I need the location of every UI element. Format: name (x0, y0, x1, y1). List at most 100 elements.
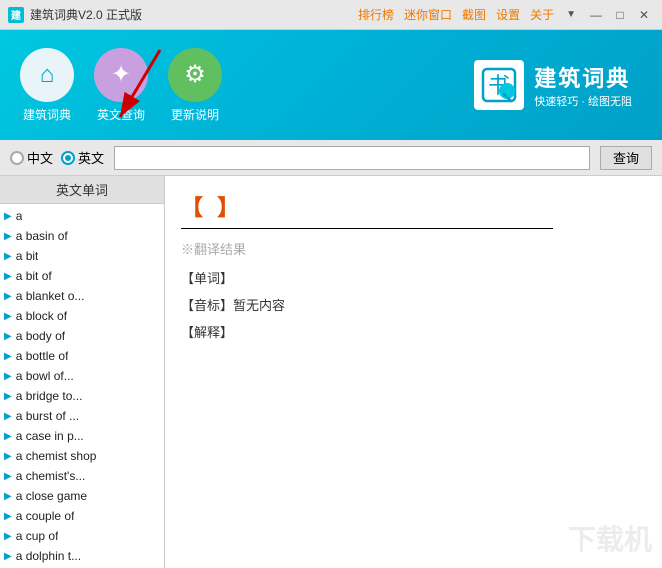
nav-buttons: ⌂ 建筑词典 ✦ 英文查询 ⚙ 更新说明 (20, 48, 222, 123)
word-list-panel: 英文单词 ▶a▶a basin of▶a bit▶a bit of▶a blan… (0, 176, 165, 568)
menu-dropdown-arrow[interactable]: ▼ (566, 9, 576, 20)
star-icon: ✦ (94, 48, 148, 102)
title-bar-menu: 排行榜 迷你窗口 截图 设置 关于 ▼ (358, 6, 576, 23)
maximize-button[interactable]: □ (610, 5, 630, 25)
word-item-arrow: ▶ (4, 231, 12, 242)
word-item-text: a block of (16, 309, 67, 323)
word-item-text: a couple of (16, 509, 75, 523)
word-item-text: a bit of (16, 269, 52, 283)
word-item-arrow: ▶ (4, 351, 12, 362)
word-list-content[interactable]: ▶a▶a basin of▶a bit▶a bit of▶a blanket o… (0, 204, 164, 568)
word-item-arrow: ▶ (4, 291, 12, 302)
word-list-item[interactable]: ▶ a cup of (0, 526, 164, 546)
logo-area: 书 建筑词典 快速轻巧 · 绘图无阻 (474, 60, 632, 110)
word-item-text: a cup of (16, 529, 59, 543)
word-item-arrow: ▶ (4, 411, 12, 422)
word-list-item[interactable]: ▶a couple of (0, 506, 164, 526)
word-item-arrow: ▶ (4, 211, 12, 222)
word-item-text: a bottle of (16, 349, 69, 363)
radio-english[interactable]: 英文 (61, 148, 104, 167)
word-list-header: 英文单词 (0, 176, 164, 204)
menu-settings[interactable]: 设置 (496, 6, 520, 23)
radio-label-en: 英文 (78, 148, 104, 167)
word-item-arrow: ▶ (4, 431, 12, 442)
minimize-button[interactable]: — (586, 5, 606, 25)
word-item-arrow: ▶ (4, 311, 12, 322)
word-item-arrow: ▶ (4, 371, 12, 382)
menu-about[interactable]: 关于 (530, 6, 554, 23)
header: ⌂ 建筑词典 ✦ 英文查询 ⚙ 更新说明 书 建筑词典 快速轻巧 · 绘图无阻 (0, 30, 662, 140)
word-list-item[interactable]: ▶ a case in p... (0, 426, 164, 446)
search-button[interactable]: 查询 (600, 146, 652, 170)
word-list-item[interactable]: ▶ a bottle of (0, 346, 164, 366)
word-item-arrow: ▶ (4, 331, 12, 342)
word-item-text: a case in p... (16, 429, 84, 443)
word-list-item[interactable]: ▶ a block of (0, 306, 164, 326)
word-item-text: a (16, 209, 23, 223)
word-item-text: a chemist shop (16, 449, 97, 463)
logo-text: 建筑词典 快速轻巧 · 绘图无阻 (534, 61, 632, 109)
word-item-arrow: ▶ (4, 531, 12, 542)
logo-icon: 书 (474, 60, 524, 110)
logo-name: 建筑词典 (534, 61, 632, 93)
word-item-arrow: ▶ (4, 391, 12, 402)
word-list-item[interactable]: ▶ a close game (0, 486, 164, 506)
def-phonetics: 【音标】暂无内容 (181, 295, 646, 314)
menu-screenshot[interactable]: 截图 (462, 6, 486, 23)
word-item-text: a dolphin t... (16, 549, 81, 563)
search-bar: 中文 英文 查询 (0, 140, 662, 176)
word-list-item[interactable]: ▶ a chemist shop (0, 446, 164, 466)
word-item-text: a body of (16, 329, 65, 343)
update-icon: ⚙ (168, 48, 222, 102)
word-list-item[interactable]: ▶ a dolphin t... (0, 546, 164, 566)
word-list-item[interactable]: ▶ a bridge to... (0, 386, 164, 406)
def-bracket: 【 】 (181, 190, 646, 222)
word-list-item[interactable]: ▶ a body of (0, 326, 164, 346)
word-item-text: a chemist's... (16, 469, 86, 483)
definition-panel: 【 】 ※翻译结果 【单词】 【音标】暂无内容 【解释】 下载机 (165, 176, 662, 568)
nav-btn-update[interactable]: ⚙ 更新说明 (168, 48, 222, 123)
word-list-item[interactable]: ▶ a basin of (0, 226, 164, 246)
word-list-item[interactable]: ▶ a chemist's... (0, 466, 164, 486)
def-explain: 【解释】 (181, 322, 646, 341)
word-item-arrow: ▶ (4, 471, 12, 482)
search-input[interactable] (114, 146, 590, 170)
word-item-text: a blanket o... (16, 289, 85, 303)
word-item-text: a bridge to... (16, 389, 83, 403)
word-list-item[interactable]: ▶ a bit (0, 246, 164, 266)
def-word: 【单词】 (181, 268, 646, 287)
word-item-arrow: ▶ (4, 551, 12, 562)
word-item-arrow: ▶ (4, 271, 12, 282)
nav-btn-home-label: 建筑词典 (23, 106, 71, 123)
word-list-item[interactable]: ▶ a bit of (0, 266, 164, 286)
close-button[interactable]: ✕ (634, 5, 654, 25)
app-icon: 建 (8, 7, 24, 23)
word-list-item[interactable]: ▶ a burst of ... (0, 406, 164, 426)
radio-label-cn: 中文 (27, 148, 53, 167)
nav-btn-search[interactable]: ✦ 英文查询 (94, 48, 148, 123)
word-item-text: a basin of (16, 229, 68, 243)
word-list-item[interactable]: ▶a bowl of... (0, 366, 164, 386)
nav-btn-search-label: 英文查询 (97, 106, 145, 123)
word-list-item[interactable]: ▶ a blanket o... (0, 286, 164, 306)
word-item-arrow: ▶ (4, 491, 12, 502)
word-item-arrow: ▶ (4, 251, 12, 262)
radio-circle-cn (10, 151, 24, 165)
radio-group: 中文 英文 (10, 148, 104, 167)
menu-mini[interactable]: 迷你窗口 (404, 6, 452, 23)
main-area: 英文单词 ▶a▶a basin of▶a bit▶a bit of▶a blan… (0, 176, 662, 568)
watermark: 下载机 (568, 518, 652, 558)
def-translate: ※翻译结果 (181, 239, 646, 258)
menu-paihang[interactable]: 排行榜 (358, 6, 394, 23)
nav-btn-home[interactable]: ⌂ 建筑词典 (20, 48, 74, 123)
word-item-arrow: ▶ (4, 451, 12, 462)
word-item-text: a bit (16, 249, 39, 263)
title-bar: 建 建筑词典V2.0 正式版 排行榜 迷你窗口 截图 设置 关于 ▼ — □ ✕ (0, 0, 662, 30)
radio-chinese[interactable]: 中文 (10, 148, 53, 167)
word-item-text: a burst of ... (16, 409, 79, 423)
nav-btn-update-label: 更新说明 (171, 106, 219, 123)
home-icon: ⌂ (20, 48, 74, 102)
word-list-item[interactable]: ▶a (0, 206, 164, 226)
title-bar-controls: — □ ✕ (586, 5, 654, 25)
word-item-text: a close game (16, 489, 87, 503)
